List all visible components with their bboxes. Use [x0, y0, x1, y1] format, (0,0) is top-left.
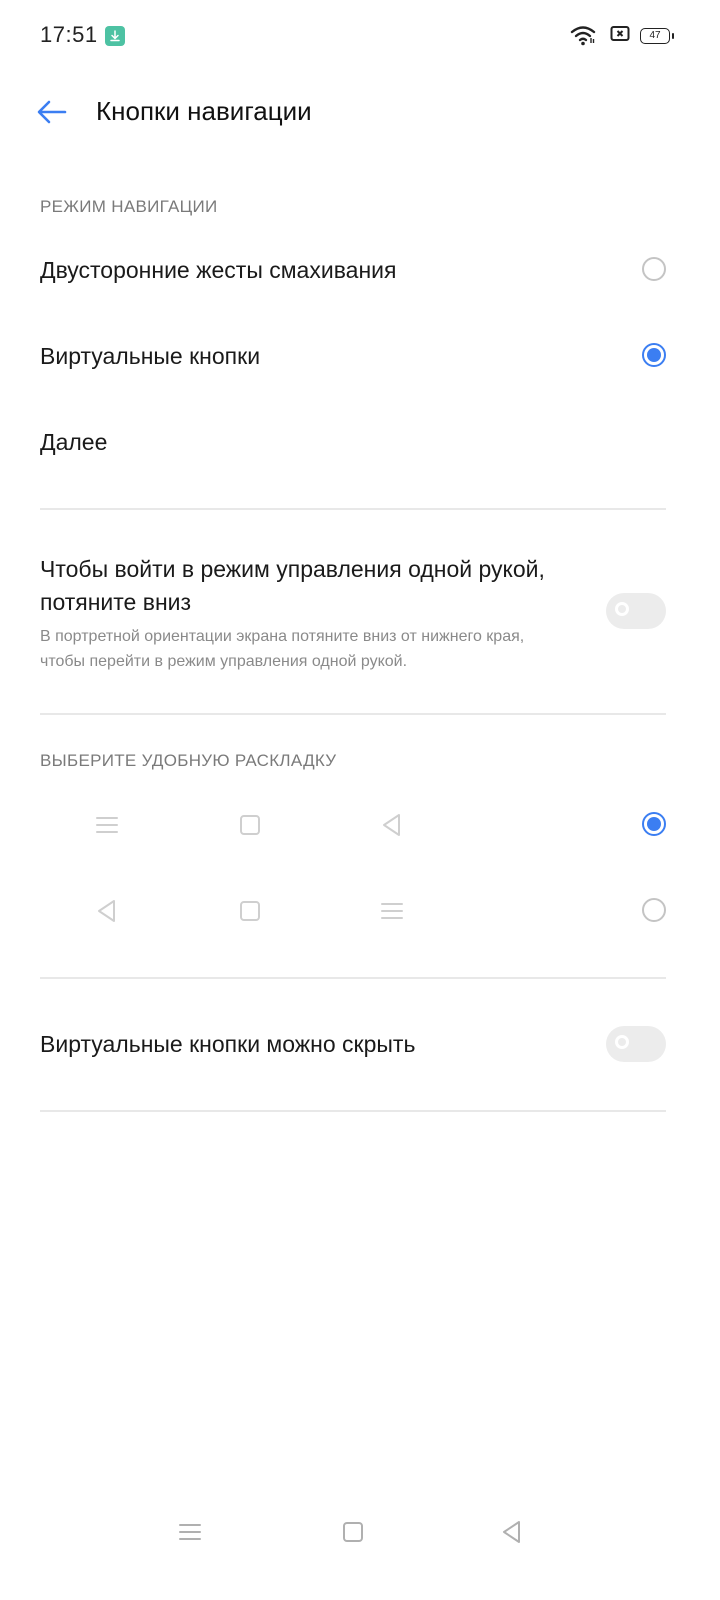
- more-settings-item[interactable]: Далее: [0, 400, 720, 486]
- home-square-icon[interactable]: [339, 1518, 367, 1546]
- radio-swipe-gestures[interactable]: [642, 257, 666, 281]
- menu-icon: [96, 817, 118, 833]
- section-header-nav-mode: РЕЖИМ НАВИГАЦИИ: [40, 197, 218, 216]
- back-triangle-icon[interactable]: [498, 1518, 526, 1546]
- hide-virtual-buttons-toggle[interactable]: [606, 1026, 666, 1062]
- menu-icon: [381, 903, 403, 919]
- section-header-layout: ВЫБЕРИТЕ УДОБНУЮ РАСКЛАДКУ: [40, 751, 337, 770]
- one-hand-mode-title: Чтобы войти в режим управления одной рук…: [40, 556, 545, 615]
- layout-option-1[interactable]: [0, 782, 720, 868]
- back-triangle-icon: [383, 814, 400, 836]
- arrow-left-icon: [37, 100, 67, 124]
- radio-layout-2[interactable]: [642, 898, 666, 922]
- hide-virtual-buttons-item[interactable]: Виртуальные кнопки можно скрыть: [0, 979, 720, 1109]
- one-hand-mode-toggle[interactable]: [606, 593, 666, 629]
- home-square-icon: [240, 815, 260, 835]
- radio-virtual-buttons[interactable]: [642, 343, 666, 367]
- status-bar: 17:51 47: [0, 0, 720, 72]
- back-triangle-icon: [98, 900, 115, 922]
- option-virtual-buttons[interactable]: Виртуальные кнопки: [0, 314, 720, 400]
- menu-icon[interactable]: [176, 1518, 204, 1546]
- option-label: Виртуальные кнопки: [40, 343, 261, 369]
- battery-icon: 47: [640, 28, 674, 44]
- hide-virtual-buttons-label: Виртуальные кнопки можно скрыть: [40, 1031, 416, 1057]
- notification-x-icon: [610, 24, 630, 47]
- download-icon: [105, 26, 125, 46]
- status-time: 17:51: [40, 22, 98, 47]
- home-square-icon: [240, 901, 260, 921]
- system-navigation-bar: [0, 1500, 720, 1570]
- layout-option-2[interactable]: [0, 868, 720, 954]
- wifi-icon: [570, 24, 596, 51]
- option-label: Двусторонние жесты смахивания: [40, 257, 397, 283]
- option-swipe-gestures[interactable]: Двусторонние жесты смахивания: [0, 226, 720, 314]
- radio-layout-1[interactable]: [642, 812, 666, 836]
- divider: [40, 713, 666, 715]
- page-title: Кнопки навигации: [96, 96, 312, 126]
- one-hand-mode-description: В портретной ориентации экрана потяните …: [40, 628, 525, 670]
- divider: [40, 1110, 666, 1112]
- more-settings-label: Далее: [40, 429, 108, 455]
- navigation-buttons-screen: 17:51 47 Кнопки навигации РЕЖИМ НАВИГАЦИ…: [0, 0, 720, 1600]
- back-button[interactable]: [32, 92, 72, 132]
